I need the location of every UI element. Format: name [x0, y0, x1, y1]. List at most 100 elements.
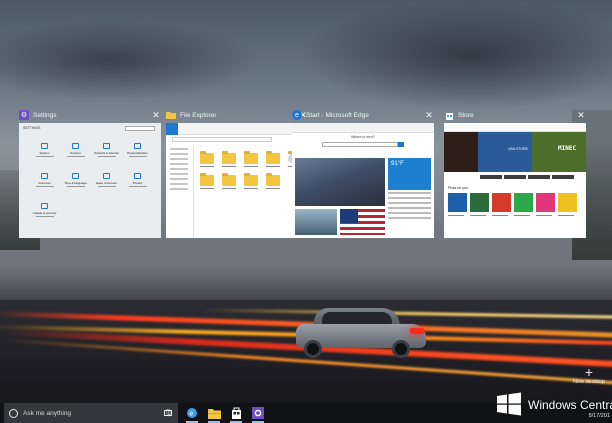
close-icon[interactable]: ✕: [424, 110, 434, 120]
store-app-tile: [448, 193, 467, 216]
settings-item: Update & security: [29, 203, 60, 227]
ribbon: [166, 123, 308, 135]
edge-icon: e: [292, 110, 302, 120]
store-app-row: [448, 193, 577, 216]
weather-temperature: 91°F: [391, 161, 404, 167]
folder-icon: [244, 173, 258, 186]
refresh-icon: [41, 203, 48, 209]
folder-grid: [200, 151, 306, 189]
window-preview[interactable]: USA STORE MINEC Picks for you: [444, 123, 586, 238]
ease-icon: [103, 173, 110, 179]
settings-item-label: Accounts: [38, 181, 51, 185]
taskbar-file-explorer-icon[interactable]: [206, 405, 222, 423]
app-icon: [514, 193, 533, 212]
settings-item: Network & Internet: [91, 143, 122, 167]
window-header: Store ✕: [444, 108, 586, 122]
cortana-search-box[interactable]: Ask me anything 🎙: [4, 403, 178, 423]
weather-tile: 91°F: [388, 158, 431, 190]
lock-icon: [134, 173, 141, 179]
window-title: Store: [458, 111, 474, 119]
settings-item-label: Personalization: [127, 151, 148, 155]
clock-icon: [72, 173, 79, 179]
store-section-title: Picks for you: [448, 186, 469, 190]
folder-icon: [166, 110, 176, 120]
task-view-window-edge[interactable]: e Start - Microsoft Edge ✕ Where to next…: [292, 108, 434, 238]
settings-item-label: Devices: [70, 151, 81, 155]
task-view-window-settings[interactable]: ⚙ Settings ✕ SETTINGS System Devices Netwo…: [19, 108, 161, 238]
close-icon[interactable]: ✕: [576, 110, 586, 120]
app-icon: [558, 193, 577, 212]
window-title: File Explorer: [180, 111, 217, 119]
window-title: Settings: [33, 111, 57, 119]
globe-icon: [103, 143, 110, 149]
task-view-window-store[interactable]: Store ✕ USA STORE MINEC Picks for you: [444, 108, 586, 238]
car: [292, 306, 430, 358]
task-view-button[interactable]: [162, 403, 174, 423]
edge-prompt: Where to next?: [351, 135, 375, 139]
folder-icon: [244, 151, 258, 164]
folder-icon: [200, 151, 214, 164]
folder-icon: [222, 151, 236, 164]
settings-item-label: Network & Internet: [94, 151, 119, 155]
store-tabs: [480, 175, 574, 179]
store-app-tile: [558, 193, 577, 216]
store-app-tile: [470, 193, 489, 216]
mist: [0, 230, 612, 300]
settings-item: Time & language: [60, 173, 91, 197]
store-toolbar: [444, 123, 586, 132]
cloud: [300, 0, 612, 110]
navigation-pane: [166, 145, 194, 238]
news-photo: [295, 209, 337, 235]
edge-search-button: [398, 142, 404, 147]
store-hero-banner: [444, 132, 586, 172]
task-view-icon: [164, 410, 172, 416]
address-bar: [172, 137, 272, 142]
store-app-tile: [536, 193, 555, 216]
new-desktop-label: New desktop: [573, 379, 605, 385]
settings-item: Ease of Access: [91, 173, 122, 197]
window-title: Start - Microsoft Edge: [306, 111, 369, 119]
store-hero-label: USA STORE: [508, 147, 528, 151]
edge-search-box: [322, 142, 398, 147]
app-icon: [536, 193, 555, 212]
window-preview[interactable]: [166, 123, 308, 238]
settings-search-box: [125, 126, 155, 131]
settings-item-label: Time & language: [64, 181, 87, 185]
search-placeholder: Ask me anything: [23, 409, 72, 417]
headline-list: [388, 192, 431, 222]
app-icon: [470, 193, 489, 212]
folder-icon: [266, 151, 280, 164]
keyboard-icon: [72, 143, 79, 149]
gear-icon: ⚙: [19, 110, 29, 120]
svg-text:e: e: [189, 411, 193, 418]
person-icon: [41, 173, 48, 179]
news-photo: [295, 158, 385, 206]
taskbar-edge-icon[interactable]: e: [184, 405, 200, 423]
app-icon: [492, 193, 511, 212]
settings-item: Privacy: [122, 173, 153, 197]
settings-item-label: Ease of Access: [96, 181, 117, 185]
browser-toolbar: [292, 123, 434, 133]
plus-icon: +: [584, 364, 594, 380]
windows-central-watermark: Windows Central: [496, 390, 612, 420]
taskbar-store-icon[interactable]: [228, 405, 244, 423]
settings-item-label: Privacy: [132, 181, 143, 185]
store-app-tile: [492, 193, 511, 216]
store-hero-game: MINEC: [558, 145, 577, 152]
store-bag-icon: [444, 110, 454, 120]
app-icon: [448, 193, 467, 212]
new-desktop-button[interactable]: + New desktop: [566, 365, 612, 393]
cloud: [0, 20, 260, 100]
settings-item-label: System: [39, 151, 50, 155]
settings-header: SETTINGS: [23, 126, 41, 130]
task-view-window-file-explorer[interactable]: File Explorer ✕: [166, 108, 308, 238]
folder-icon: [222, 173, 236, 186]
settings-item: Accounts: [29, 173, 60, 197]
windows-logo-icon: [497, 392, 521, 416]
close-icon[interactable]: ✕: [151, 110, 161, 120]
taskbar-settings-icon[interactable]: [250, 405, 266, 423]
window-preview[interactable]: Where to next? 91°F: [292, 123, 434, 238]
brush-icon: [134, 143, 141, 149]
window-preview[interactable]: SETTINGS System Devices Network & Internet…: [19, 123, 161, 238]
folder-icon: [200, 173, 214, 186]
